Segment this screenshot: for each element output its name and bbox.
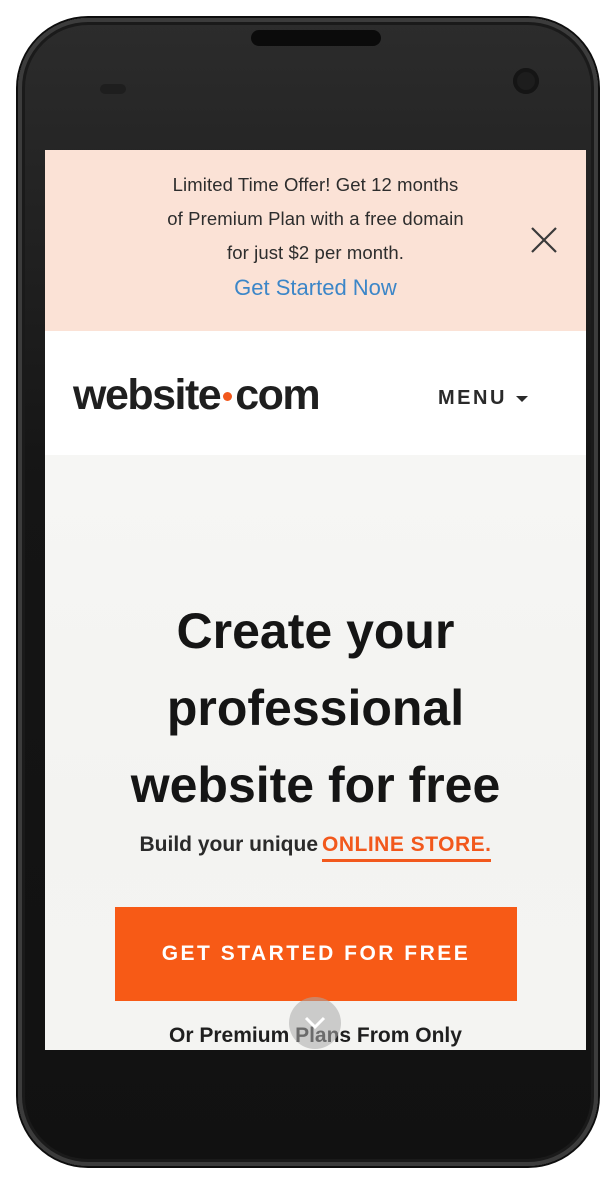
hero-subline: Build your unique ONLINE STORE. <box>45 833 586 862</box>
promo-text-line-2: of Premium Plan with a free domain <box>167 208 464 229</box>
logo-text-right: com <box>235 371 320 419</box>
speaker-grille <box>251 30 381 46</box>
online-store-highlight: ONLINE STORE. <box>322 833 492 862</box>
hero-section: Create your professional website for fre… <box>45 455 586 1050</box>
caret-down-icon <box>515 395 528 402</box>
promo-banner: Limited Time Offer! Get 12 months of Pre… <box>45 150 586 331</box>
get-started-for-free-button[interactable]: GET STARTED FOR FREE <box>115 907 517 1001</box>
proximity-sensor <box>100 84 126 94</box>
site-logo[interactable]: website com <box>73 371 321 420</box>
menu-label: MENU <box>438 387 507 409</box>
menu-button[interactable]: MENU <box>438 387 528 410</box>
phone-screen: Limited Time Offer! Get 12 months of Pre… <box>45 150 586 1050</box>
logo-dot <box>223 392 233 402</box>
headline-line-2: professional <box>166 680 465 736</box>
headline-line-1: Create your <box>176 603 455 659</box>
chevron-down-icon <box>304 1016 326 1030</box>
scroll-down-button[interactable] <box>289 997 341 1049</box>
logo-text-left: website <box>73 371 222 419</box>
promo-text-line-1: Limited Time Offer! Get 12 months <box>172 174 459 195</box>
subline-prefix: Build your unique <box>139 833 319 856</box>
close-icon[interactable] <box>528 224 560 256</box>
site-header: website com MENU <box>45 331 586 455</box>
headline-line-3: website for free <box>130 757 501 813</box>
promo-text-line-3: for just $2 per month. <box>226 242 404 263</box>
get-started-now-link[interactable]: Get Started Now <box>45 275 586 301</box>
front-camera <box>513 68 539 94</box>
hero-headline: Create your professional website for fre… <box>45 593 586 824</box>
